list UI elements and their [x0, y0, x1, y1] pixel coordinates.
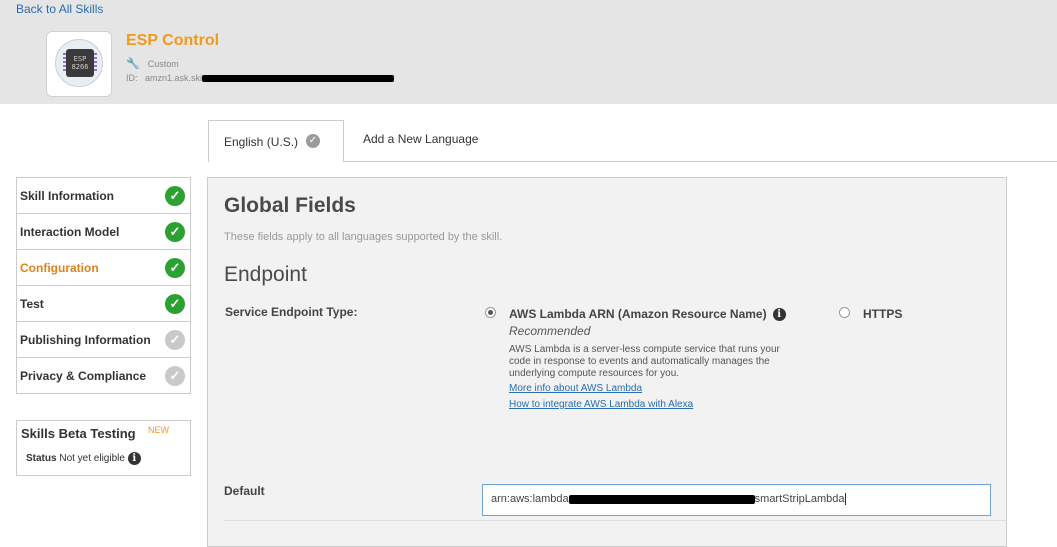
- divider: [224, 520, 1006, 521]
- tab-divider: [344, 161, 1057, 162]
- skill-icon: ESP 8266: [46, 31, 112, 97]
- tab-english-us-label: English (U.S.): [224, 135, 299, 149]
- endpoint-heading: Endpoint: [224, 263, 307, 286]
- check-circle-icon: ✓: [165, 222, 185, 242]
- arn-prefix: arn:aws:lambda: [491, 493, 569, 505]
- chip-icon: ESP 8266: [63, 49, 97, 77]
- skill-id-label: ID:: [126, 73, 138, 83]
- check-circle-icon: ✓: [165, 186, 185, 206]
- arn-default-input[interactable]: arn:aws:lambda smartStripLambda: [482, 484, 991, 516]
- info-icon[interactable]: i: [127, 452, 141, 465]
- step-label: Configuration: [20, 261, 99, 275]
- step-label: Publishing Information: [20, 333, 151, 347]
- skill-icon-circle: ESP 8266: [55, 39, 103, 87]
- lambda-radio[interactable]: [485, 307, 496, 318]
- lambda-description: AWS Lambda is a server-less compute serv…: [509, 344, 780, 379]
- more-info-lambda-link[interactable]: More info about AWS Lambda: [509, 383, 642, 394]
- step-label: Test: [20, 297, 44, 311]
- check-circle-icon: ✓: [306, 134, 320, 148]
- skill-header: Back to All Skills ESP 8266 ESP Control …: [0, 0, 1057, 104]
- page-subtitle: These fields apply to all languages supp…: [224, 231, 503, 243]
- check-circle-icon: ✓: [165, 366, 185, 386]
- integrate-lambda-link[interactable]: How to integrate AWS Lambda with Alexa: [509, 399, 693, 410]
- https-radio[interactable]: [839, 307, 850, 318]
- step-interaction-model[interactable]: Interaction Model ✓: [17, 214, 190, 250]
- skill-type-label: Custom: [147, 59, 179, 69]
- global-fields-panel: Global Fields These fields apply to all …: [207, 177, 1007, 547]
- page-title: Global Fields: [224, 194, 356, 217]
- lambda-option: AWS Lambda ARN (Amazon Resource Name) i: [509, 307, 786, 322]
- back-to-skills-link[interactable]: Back to All Skills: [16, 2, 103, 16]
- check-circle-icon: ✓: [165, 294, 185, 314]
- redaction-bar: [202, 75, 395, 83]
- step-label: Privacy & Compliance: [20, 369, 147, 383]
- new-badge: NEW: [148, 425, 169, 435]
- tab-english-us[interactable]: English (U.S.) ✓: [208, 120, 344, 162]
- step-configuration[interactable]: Configuration ✓: [17, 250, 190, 286]
- arn-suffix: smartStripLambda: [754, 493, 845, 505]
- skill-type: 🔧 Custom: [126, 57, 179, 70]
- skill-name: ESP Control: [126, 32, 220, 49]
- step-label: Skill Information: [20, 189, 115, 203]
- step-publishing-information[interactable]: Publishing Information ✓: [17, 322, 190, 358]
- default-label: Default: [224, 484, 265, 498]
- skill-steps-nav: Skill Information ✓ Interaction Model ✓ …: [16, 177, 191, 394]
- text-caret: [844, 493, 846, 506]
- beta-status-label: Status: [26, 453, 57, 465]
- step-test[interactable]: Test ✓: [17, 286, 190, 322]
- tab-add-language[interactable]: Add a New Language: [363, 132, 478, 146]
- check-circle-icon: ✓: [165, 330, 185, 350]
- step-privacy-compliance[interactable]: Privacy & Compliance ✓: [17, 358, 190, 393]
- check-circle-icon: ✓: [165, 258, 185, 278]
- step-label: Interaction Model: [20, 225, 120, 239]
- https-option-label: HTTPS: [863, 307, 903, 321]
- skill-id: ID: amzn1.ask.ski: [126, 73, 395, 83]
- skill-id-value: amzn1.ask.ski: [145, 73, 203, 83]
- redaction-bar: [568, 494, 755, 504]
- lambda-option-label: AWS Lambda ARN (Amazon Resource Name): [509, 307, 767, 321]
- beta-title: Skills Beta Testing: [21, 426, 136, 441]
- beta-testing-box: Skills Beta Testing NEW Status Not yet e…: [16, 420, 191, 476]
- beta-status: Status Not yet eligible i: [26, 452, 141, 465]
- lambda-recommended: Recommended: [509, 324, 591, 338]
- wrench-icon: 🔧: [126, 58, 140, 70]
- service-endpoint-type-label: Service Endpoint Type:: [225, 305, 358, 319]
- step-skill-information[interactable]: Skill Information ✓: [17, 178, 190, 214]
- beta-status-value: Not yet eligible: [59, 453, 125, 465]
- info-icon[interactable]: i: [772, 308, 786, 322]
